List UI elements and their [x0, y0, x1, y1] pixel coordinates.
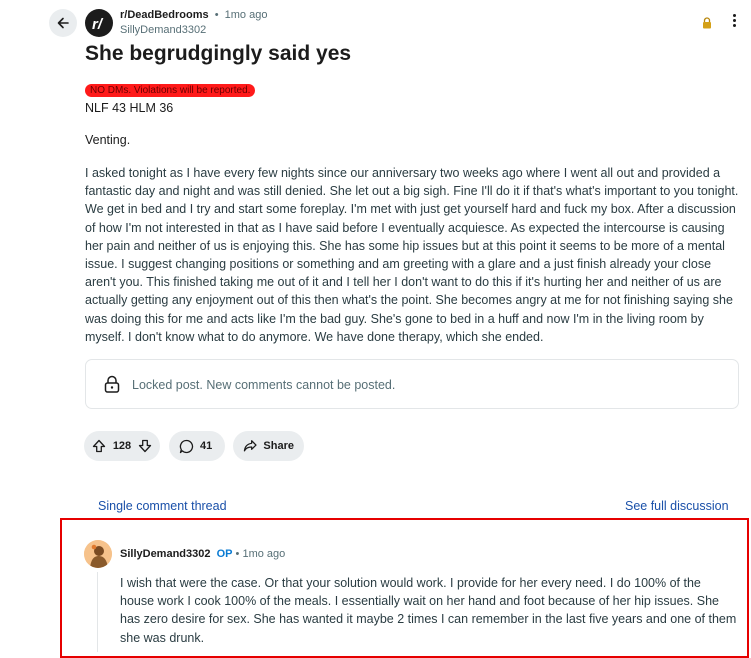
comment-author[interactable]: SillyDemand3302	[120, 548, 211, 560]
vote-control: 128	[84, 431, 160, 461]
share-icon	[243, 440, 257, 452]
post-flair[interactable]: NO DMs. Violations will be reported.	[85, 84, 256, 97]
arrow-left-icon	[57, 17, 69, 29]
post-author[interactable]: SillyDemand3302	[120, 24, 206, 36]
downvote-icon[interactable]	[138, 439, 152, 453]
more-options-icon[interactable]	[733, 14, 737, 29]
svg-text:r/: r/	[92, 16, 104, 33]
lock-icon	[702, 16, 712, 34]
single-thread-link[interactable]: Single comment thread	[98, 499, 227, 513]
post-tagline: NLF 43 HLM 36	[85, 101, 174, 115]
avatar[interactable]	[84, 540, 112, 568]
subreddit-logo-icon: r/	[92, 16, 104, 33]
subreddit-avatar[interactable]: r/	[85, 9, 113, 37]
lock-outline-icon	[104, 375, 120, 393]
share-label: Share	[263, 440, 294, 452]
comment-count: 41	[200, 440, 213, 452]
upvote-icon[interactable]	[92, 439, 106, 453]
locked-notice-text: Locked post. New comments cannot be post…	[132, 378, 396, 392]
vote-count: 128	[112, 440, 132, 452]
post-body: I asked tonight as I have every few nigh…	[85, 166, 739, 344]
back-button[interactable]	[49, 9, 77, 37]
thread-line[interactable]	[97, 572, 98, 652]
comment-time: 1mo ago	[242, 548, 286, 560]
comment-bubble-icon	[179, 439, 194, 453]
post-title: She begrudgingly said yes	[85, 42, 352, 65]
meta-separator: •	[214, 9, 219, 21]
comments-button[interactable]: 41	[169, 431, 225, 461]
full-discussion-link[interactable]: See full discussion	[625, 499, 729, 513]
post-time: 1mo ago	[224, 9, 268, 21]
post-meta: r/DeadBedrooms • 1mo ago	[120, 9, 267, 21]
locked-notice: Locked post. New comments cannot be post…	[85, 359, 739, 409]
comment-meta: SillyDemand3302 OP • 1mo ago	[120, 548, 285, 560]
comment-body: I wish that were the case. Or that your …	[120, 576, 737, 645]
post-intro: Venting.	[85, 133, 131, 147]
meta-separator: •	[235, 548, 240, 560]
subreddit-name[interactable]: r/DeadBedrooms	[120, 9, 209, 21]
user-avatar-icon	[84, 540, 112, 568]
share-button[interactable]: Share	[233, 431, 304, 461]
op-badge: OP	[216, 548, 233, 560]
